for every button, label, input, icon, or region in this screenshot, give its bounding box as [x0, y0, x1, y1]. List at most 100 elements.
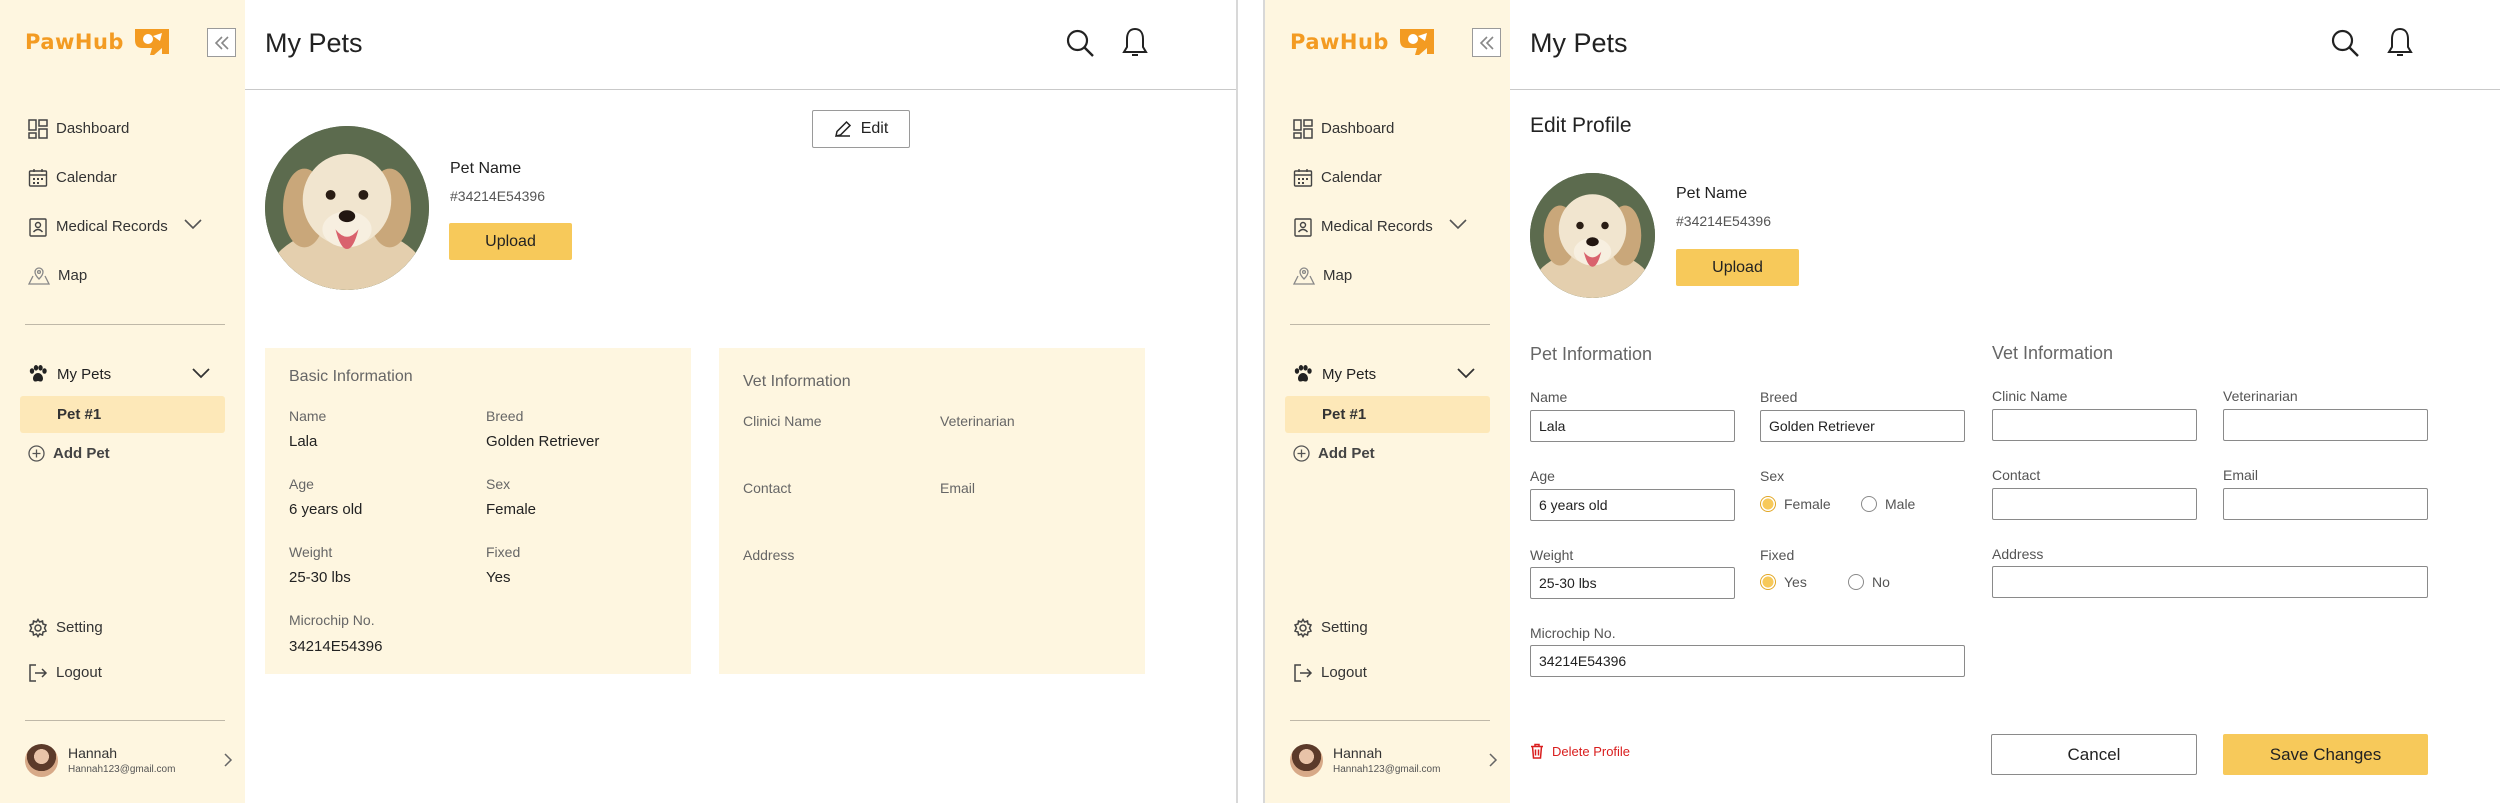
nav-item-logout[interactable]: Logout: [1265, 650, 1510, 695]
edit-label: Edit: [860, 120, 889, 137]
chevron-down-icon[interactable]: [192, 367, 210, 379]
bell-icon: [1122, 27, 1148, 56]
search-button[interactable]: [2328, 26, 2362, 60]
pet-item-label: Pet #1: [1322, 406, 1367, 423]
chevron-down-icon[interactable]: [1449, 218, 1467, 230]
notifications-button[interactable]: [1118, 26, 1152, 60]
cancel-button[interactable]: Cancel: [1991, 734, 2197, 775]
map-icon: [1293, 266, 1315, 285]
sidebar-item-pet-1[interactable]: Pet #1: [1285, 396, 1490, 433]
collapse-sidebar-button[interactable]: [1472, 28, 1501, 57]
my-pets-toggle[interactable]: My Pets: [0, 358, 245, 390]
notifications-button[interactable]: [2383, 26, 2417, 60]
double-chevron-left-icon: [1479, 35, 1494, 50]
fixed-radio-yes[interactable]: Yes: [1760, 574, 1807, 590]
add-pet-label: Add Pet: [1318, 444, 1375, 462]
nav-item-dashboard[interactable]: Dashboard: [0, 104, 245, 153]
card-title: Basic Information: [289, 368, 413, 385]
add-pet-button[interactable]: Add Pet: [1265, 433, 1510, 473]
sidebar: PawHub Dashboard Calendar Medical Record…: [1265, 0, 1510, 803]
sidebar-divider: [1290, 720, 1490, 721]
nav-item-map[interactable]: Map: [0, 251, 245, 300]
chevron-right-icon: [1489, 753, 1498, 767]
microchip-label: Microchip No.: [1530, 625, 1616, 641]
weight-value: 25-30 lbs: [289, 569, 351, 586]
nav-item-setting[interactable]: Setting: [1265, 605, 1510, 650]
nav-item-dashboard[interactable]: Dashboard: [1265, 104, 1510, 153]
sex-radio-male[interactable]: Male: [1861, 496, 1915, 512]
contact-field[interactable]: [1992, 488, 2197, 520]
dog-photo-icon: [265, 126, 429, 290]
age-field[interactable]: 6 years old: [1530, 489, 1735, 521]
fixed-label: Fixed: [486, 544, 521, 560]
delete-profile-button[interactable]: Delete Profile: [1530, 743, 1630, 759]
double-chevron-left-icon: [214, 35, 229, 50]
radio-dot-selected[interactable]: [1760, 574, 1776, 590]
delete-profile-label: Delete Profile: [1552, 743, 1631, 759]
add-pet-button[interactable]: Add Pet: [0, 433, 245, 473]
nav-item-medical-records[interactable]: Medical Records: [1265, 202, 1510, 251]
pet-avatar: [1530, 173, 1655, 298]
topbar: My Pets: [1510, 0, 2500, 90]
email-field[interactable]: [2223, 488, 2428, 520]
pet-id: #34214E54396: [450, 188, 545, 204]
nav-item-label: Map: [58, 267, 88, 284]
my-pets-toggle[interactable]: My Pets: [1265, 358, 1510, 390]
upload-button[interactable]: Upload: [1676, 249, 1799, 286]
sidebar-item-pet-1[interactable]: Pet #1: [20, 396, 225, 433]
add-pet-label: Add Pet: [53, 444, 110, 462]
user-profile[interactable]: Hannah Hannah123@gmail.com: [1290, 740, 1500, 780]
nav-item-logout[interactable]: Logout: [0, 650, 245, 695]
save-changes-button[interactable]: Save Changes: [2223, 734, 2428, 775]
nav-item-label: Dashboard: [56, 120, 130, 137]
nav-item-setting[interactable]: Setting: [0, 605, 245, 650]
logo[interactable]: PawHub: [25, 26, 172, 58]
chevron-down-icon[interactable]: [1457, 367, 1475, 379]
upload-button[interactable]: Upload: [449, 223, 572, 260]
search-icon: [1066, 29, 1094, 57]
basic-information-card: Basic Information Name Lala Breed Golden…: [265, 348, 691, 674]
fixed-radio-no[interactable]: No: [1848, 574, 1890, 590]
avatar: [1290, 743, 1323, 777]
edit-profile-title: Edit Profile: [1530, 114, 1632, 137]
user-name: Hannah: [68, 745, 118, 761]
plus-circle-icon: [1293, 444, 1310, 462]
weight-field[interactable]: 25-30 lbs: [1530, 567, 1735, 599]
gear-icon: [28, 617, 48, 638]
user-profile[interactable]: Hannah Hannah123@gmail.com: [25, 740, 235, 780]
collapse-sidebar-button[interactable]: [207, 28, 236, 57]
nav-item-calendar[interactable]: Calendar: [1265, 153, 1510, 202]
veterinarian-field[interactable]: [2223, 409, 2428, 441]
nav-item-label: Dashboard: [1321, 120, 1395, 137]
sex-radio-female[interactable]: Female: [1760, 496, 1831, 512]
page-title: My Pets: [1530, 28, 1628, 58]
microchip-field[interactable]: 34214E54396: [1530, 645, 1965, 677]
age-label: Age: [289, 476, 314, 492]
radio-dot[interactable]: [1861, 496, 1877, 512]
pet-item-label: Pet #1: [57, 406, 102, 423]
nav-item-map[interactable]: Map: [1265, 251, 1510, 300]
edit-button[interactable]: Edit: [812, 110, 910, 148]
main-nav: Dashboard Calendar Medical Records Map: [0, 104, 245, 300]
logo[interactable]: PawHub: [1290, 26, 1437, 58]
search-button[interactable]: [1063, 26, 1097, 60]
nav-item-medical-records[interactable]: Medical Records: [0, 202, 245, 251]
radio-dot[interactable]: [1848, 574, 1864, 590]
radio-dot-selected[interactable]: [1760, 496, 1776, 512]
address-field[interactable]: [1992, 566, 2428, 598]
paw-icon: [1294, 365, 1312, 382]
clinic-name-field[interactable]: [1992, 409, 2197, 441]
bottom-nav: Setting Logout: [1265, 605, 1510, 695]
address-label: Address: [743, 547, 795, 563]
chevron-down-icon[interactable]: [184, 218, 202, 230]
name-field[interactable]: Lala: [1530, 410, 1735, 442]
nav-item-calendar[interactable]: Calendar: [0, 153, 245, 202]
sex-label: Sex: [486, 476, 511, 492]
bottom-nav: Setting Logout: [0, 605, 245, 695]
name-label: Name: [1530, 389, 1568, 405]
clinic-name-label: Clinici Name: [743, 413, 822, 429]
breed-field[interactable]: Golden Retriever: [1760, 410, 1965, 442]
user-name: Hannah: [1333, 745, 1383, 761]
microchip-label: Microchip No.: [289, 612, 375, 628]
nav-item-label: Logout: [1321, 664, 1367, 681]
